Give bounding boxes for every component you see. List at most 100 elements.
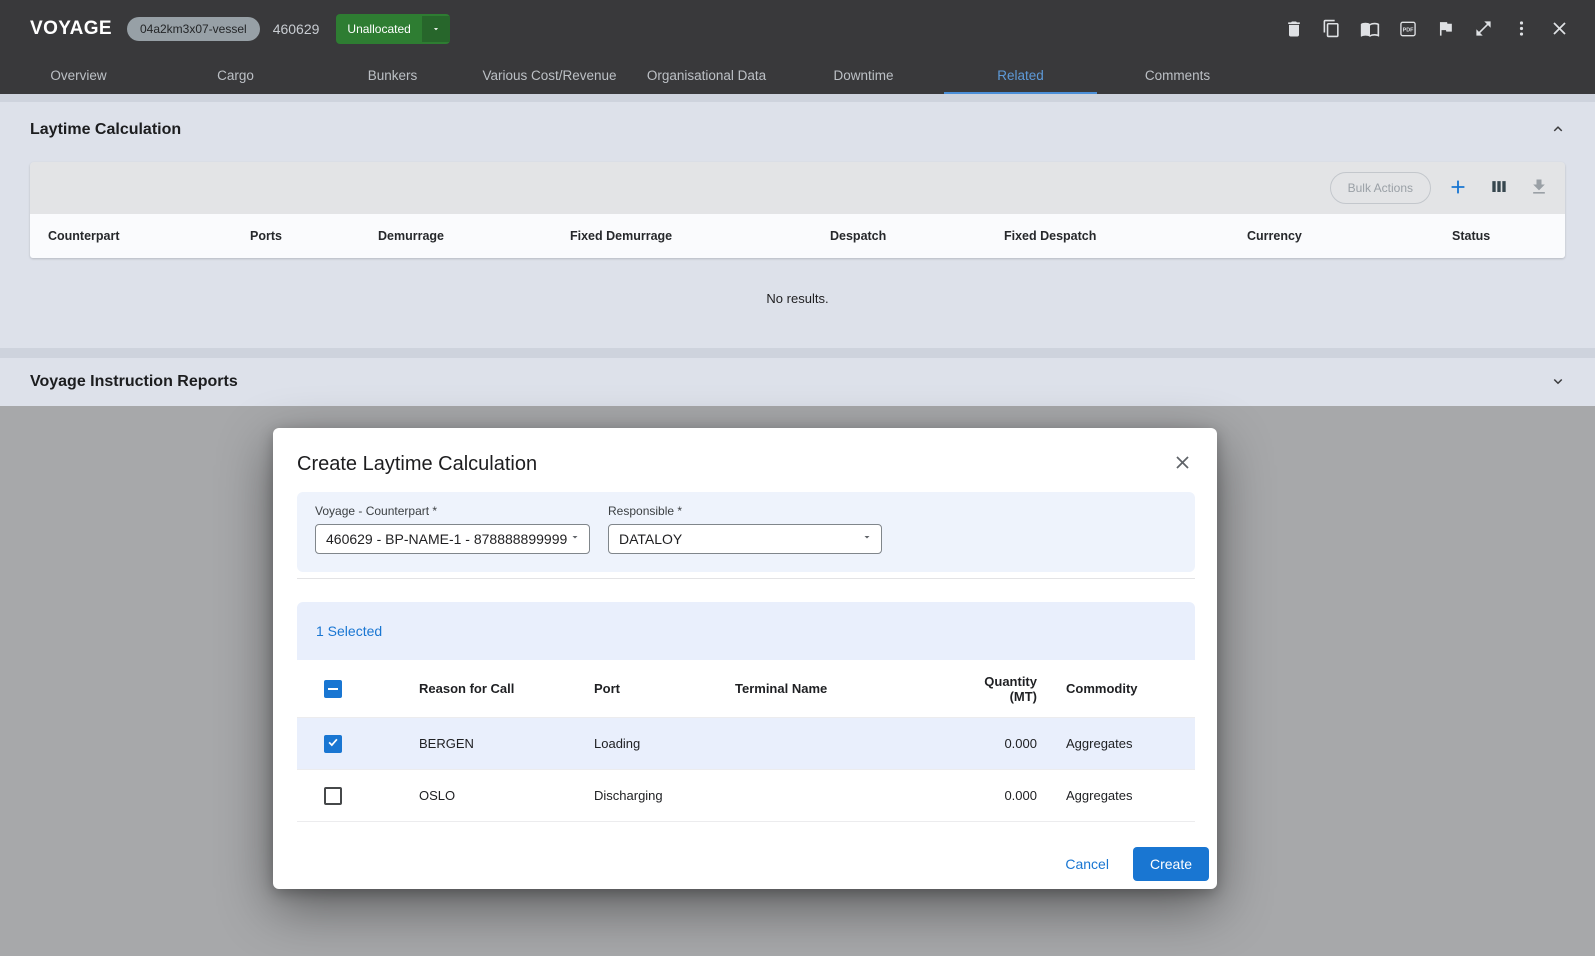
chevron-down-icon xyxy=(1549,372,1567,393)
window-header: VOYAGE 04a2km3x07-vessel 460629 Unalloca… xyxy=(0,0,1595,57)
selection-toolbar: 1 Selected xyxy=(297,602,1195,660)
svg-text:PDF: PDF xyxy=(1402,27,1414,33)
status-dropdown[interactable]: Unallocated xyxy=(336,14,449,44)
download-icon xyxy=(1529,177,1549,200)
dialog-title: Create Laytime Calculation xyxy=(297,453,537,476)
cell-reason-for-call: BERGEN xyxy=(419,736,594,751)
column-status: Status xyxy=(1452,229,1490,243)
voyage-instruction-reports-expand-button[interactable] xyxy=(1545,368,1571,397)
expand-icon xyxy=(1474,19,1493,38)
row-checkbox[interactable] xyxy=(324,735,342,753)
column-quantity: Quantity (MT) xyxy=(962,674,1037,704)
pdf-button[interactable]: PDF xyxy=(1392,13,1423,44)
select-all-checkbox[interactable] xyxy=(324,680,342,698)
chevron-down-icon xyxy=(861,530,873,548)
page-title: VOYAGE xyxy=(30,18,112,40)
column-fixed-despatch: Fixed Despatch xyxy=(1004,229,1096,243)
delete-button[interactable] xyxy=(1278,13,1309,44)
voyage-counterpart-label: Voyage - Counterpart * xyxy=(315,504,590,518)
cell-commodity: Aggregates xyxy=(1037,788,1195,803)
voyage-counterpart-select[interactable]: 460629 - BP-NAME-1 - 878888899999 xyxy=(315,524,590,554)
bulk-actions-button[interactable]: Bulk Actions xyxy=(1330,172,1431,204)
dialog-divider xyxy=(297,578,1195,579)
cell-commodity: Aggregates xyxy=(1037,736,1195,751)
responsible-value: DATALOY xyxy=(619,531,682,547)
column-counterpart: Counterpart xyxy=(48,229,120,243)
laytime-section-title: Laytime Calculation xyxy=(30,121,181,139)
copy-icon xyxy=(1322,19,1341,38)
close-icon xyxy=(1549,18,1570,39)
content-divider xyxy=(0,94,1595,102)
column-fixed-demurrage: Fixed Demurrage xyxy=(570,229,672,243)
laytime-section-header: Laytime Calculation xyxy=(0,102,1595,158)
content-divider xyxy=(0,348,1595,358)
voyage-counterpart-value: 460629 - BP-NAME-1 - 878888899999 xyxy=(326,531,567,547)
table-row[interactable]: BERGEN Loading 0.000 Aggregates xyxy=(297,718,1195,770)
tab-bunkers[interactable]: Bunkers xyxy=(314,57,471,94)
header-left: VOYAGE 04a2km3x07-vessel 460629 Unalloca… xyxy=(30,14,450,44)
tab-various-cost-revenue[interactable]: Various Cost/Revenue xyxy=(471,57,628,94)
dialog-header: Create Laytime Calculation xyxy=(273,428,1217,492)
close-window-button[interactable] xyxy=(1544,13,1575,44)
dialog-form-panel: Voyage - Counterpart * 460629 - BP-NAME-… xyxy=(297,492,1195,572)
column-reason-for-call: Reason for Call xyxy=(419,681,594,696)
column-commodity: Commodity xyxy=(1037,681,1195,696)
flag-icon xyxy=(1436,19,1455,38)
columns-button[interactable] xyxy=(1485,173,1513,204)
flag-button[interactable] xyxy=(1430,13,1461,44)
copy-button[interactable] xyxy=(1316,13,1347,44)
laytime-table-header: Counterpart Ports Demurrage Fixed Demurr… xyxy=(30,214,1565,258)
chevron-down-icon xyxy=(569,530,581,548)
dialog-close-button[interactable] xyxy=(1168,448,1197,480)
table-row[interactable]: OSLO Discharging 0.000 Aggregates xyxy=(297,770,1195,822)
chevron-down-icon xyxy=(422,16,450,42)
tab-bar: Overview Cargo Bunkers Various Cost/Reve… xyxy=(0,57,1595,94)
tab-cargo[interactable]: Cargo xyxy=(157,57,314,94)
status-label: Unallocated xyxy=(336,14,421,44)
port-call-table-header: Reason for Call Port Terminal Name Quant… xyxy=(297,660,1195,718)
port-call-table: Reason for Call Port Terminal Name Quant… xyxy=(297,660,1195,822)
tab-overview[interactable]: Overview xyxy=(0,57,157,94)
laytime-collapse-button[interactable] xyxy=(1545,116,1571,145)
laytime-section: Laytime Calculation Bulk Actions Counter… xyxy=(0,102,1595,348)
more-button[interactable] xyxy=(1506,13,1537,44)
chevron-up-icon xyxy=(1549,120,1567,141)
tab-comments[interactable]: Comments xyxy=(1099,57,1256,94)
row-checkbox[interactable] xyxy=(324,787,342,805)
pdf-icon: PDF xyxy=(1398,19,1418,39)
tab-related[interactable]: Related xyxy=(942,57,1099,94)
tab-organisational-data[interactable]: Organisational Data xyxy=(628,57,785,94)
empty-state-text: No results. xyxy=(0,291,1595,306)
download-button[interactable] xyxy=(1525,173,1553,204)
cell-port: Loading xyxy=(594,736,735,751)
column-currency: Currency xyxy=(1247,229,1302,243)
cancel-button[interactable]: Cancel xyxy=(1049,848,1125,880)
dialog-footer: Cancel Create xyxy=(1049,847,1209,881)
column-port: Port xyxy=(594,681,735,696)
responsible-field: Responsible * DATALOY xyxy=(608,504,882,554)
vessel-chip[interactable]: 04a2km3x07-vessel xyxy=(127,17,260,41)
create-button[interactable]: Create xyxy=(1133,847,1209,881)
laytime-toolbar: Bulk Actions xyxy=(30,162,1565,214)
book-button[interactable] xyxy=(1354,13,1385,44)
cell-quantity: 0.000 xyxy=(1004,736,1037,751)
column-despatch: Despatch xyxy=(830,229,886,243)
cell-port: Discharging xyxy=(594,788,735,803)
voyage-instruction-reports-title: Voyage Instruction Reports xyxy=(30,373,238,391)
plus-icon xyxy=(1447,176,1469,201)
more-vert-icon xyxy=(1512,19,1531,38)
column-ports: Ports xyxy=(250,229,282,243)
header-actions: PDF xyxy=(1278,13,1575,44)
column-terminal-name: Terminal Name xyxy=(735,681,962,696)
add-row-button[interactable] xyxy=(1443,172,1473,205)
cell-reason-for-call: OSLO xyxy=(419,788,594,803)
voyage-number: 460629 xyxy=(273,21,320,37)
tab-downtime[interactable]: Downtime xyxy=(785,57,942,94)
responsible-select[interactable]: DATALOY xyxy=(608,524,882,554)
close-icon xyxy=(1172,452,1193,476)
cell-quantity: 0.000 xyxy=(1004,788,1037,803)
expand-button[interactable] xyxy=(1468,13,1499,44)
voyage-counterpart-field: Voyage - Counterpart * 460629 - BP-NAME-… xyxy=(315,504,590,554)
create-laytime-dialog: Create Laytime Calculation Voyage - Coun… xyxy=(273,428,1217,889)
book-icon xyxy=(1360,19,1380,39)
